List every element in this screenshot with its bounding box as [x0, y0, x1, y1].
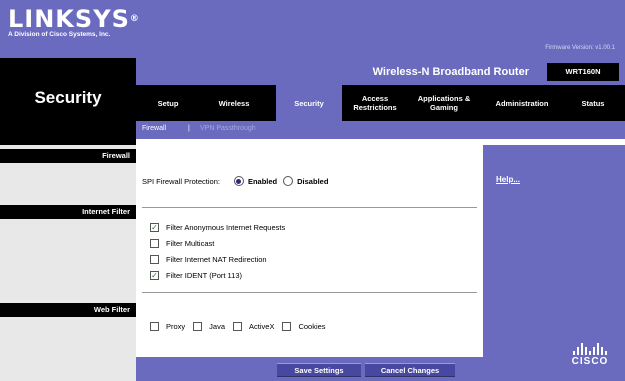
cisco-wordmark: CISCO: [571, 356, 609, 367]
cookies-label: Cookies: [298, 322, 326, 331]
section-web-filter: Web Filter: [0, 303, 136, 317]
cancel-changes-button[interactable]: Cancel Changes: [365, 363, 455, 377]
tab-access-restrictions[interactable]: Access Restrictions: [344, 85, 406, 121]
filter-nat-row: Filter Internet NAT Redirection: [150, 255, 267, 264]
checkbox-filter-nat-redirection[interactable]: [150, 255, 159, 264]
checkbox-filter-multicast[interactable]: [150, 239, 159, 248]
filter-multicast-label: Filter Multicast: [166, 239, 215, 248]
tab-administration[interactable]: Administration: [482, 85, 562, 121]
tab-setup[interactable]: Setup: [140, 85, 196, 121]
divider: [142, 292, 477, 293]
page-title: Security: [34, 88, 102, 107]
tab-status[interactable]: Status: [564, 85, 622, 121]
cisco-logo: CISCO: [560, 343, 620, 367]
spi-firewall-row: SPI Firewall Protection: Enabled Disable…: [142, 176, 328, 186]
spi-firewall-label: SPI Firewall Protection:: [142, 176, 220, 186]
main-nav: Setup Wireless Security Access Restricti…: [136, 85, 625, 121]
section-internet-filter: Internet Filter: [0, 205, 136, 219]
filter-anonymous-row: ✓ Filter Anonymous Internet Requests: [150, 223, 285, 232]
tab-security[interactable]: Security: [276, 85, 342, 121]
filter-nat-label: Filter Internet NAT Redirection: [166, 255, 267, 264]
radio-disabled-label: Disabled: [297, 176, 329, 186]
cisco-bars-icon: [560, 343, 620, 355]
radio-enabled[interactable]: [233, 176, 244, 186]
linksys-logo: LINKSYS® A Division of Cisco Systems, In…: [8, 5, 140, 38]
main-content: SPI Firewall Protection: Enabled Disable…: [136, 145, 483, 357]
checkbox-cookies[interactable]: [282, 322, 292, 331]
filter-anonymous-label: Filter Anonymous Internet Requests: [166, 223, 286, 232]
filter-ident-row: ✓ Filter IDENT (Port 113): [150, 271, 242, 280]
left-panel: [0, 145, 136, 357]
product-row: Wireless-N Broadband Router WRT160N: [136, 58, 625, 85]
divider: [142, 207, 477, 208]
radio-selected-dot: [236, 178, 242, 184]
left-bottom: [0, 357, 136, 381]
web-filter-row: Proxy Java ActiveX Cookies: [150, 322, 326, 331]
save-settings-button[interactable]: Save Settings: [277, 363, 361, 377]
filter-ident-label: Filter IDENT (Port 113): [166, 271, 242, 280]
section-firewall: Firewall: [0, 149, 136, 163]
subtab-firewall[interactable]: Firewall: [142, 125, 166, 132]
radio-enabled-label: Enabled: [247, 176, 278, 186]
checkbox-filter-anonymous[interactable]: ✓: [150, 223, 159, 232]
checkbox-filter-ident[interactable]: ✓: [150, 271, 159, 280]
java-label: Java: [209, 322, 226, 331]
subtab-row: Firewall | VPN Passthrough: [136, 121, 625, 139]
firmware-version: Firmware Version: v1.00.1: [545, 45, 615, 51]
radio-disabled[interactable]: [283, 176, 294, 186]
checkbox-java[interactable]: [193, 322, 203, 331]
header-band: LINKSYS® A Division of Cisco Systems, In…: [0, 0, 625, 58]
activex-label: ActiveX: [249, 322, 275, 331]
subtab-separator: |: [188, 125, 190, 132]
proxy-label: Proxy: [166, 322, 186, 331]
checkbox-activex[interactable]: [233, 322, 243, 331]
filter-multicast-row: Filter Multicast: [150, 239, 214, 248]
tab-wireless[interactable]: Wireless: [198, 85, 270, 121]
checkbox-proxy[interactable]: [150, 322, 159, 331]
bottom-bar: Save Settings Cancel Changes: [136, 357, 483, 381]
model-badge: WRT160N: [547, 63, 619, 81]
tab-applications-gaming[interactable]: Applications & Gaming: [408, 85, 480, 121]
subtab-vpn-passthrough[interactable]: VPN Passthrough: [200, 125, 256, 132]
product-name: Wireless-N Broadband Router: [372, 66, 529, 78]
help-link[interactable]: Help...: [496, 175, 520, 184]
